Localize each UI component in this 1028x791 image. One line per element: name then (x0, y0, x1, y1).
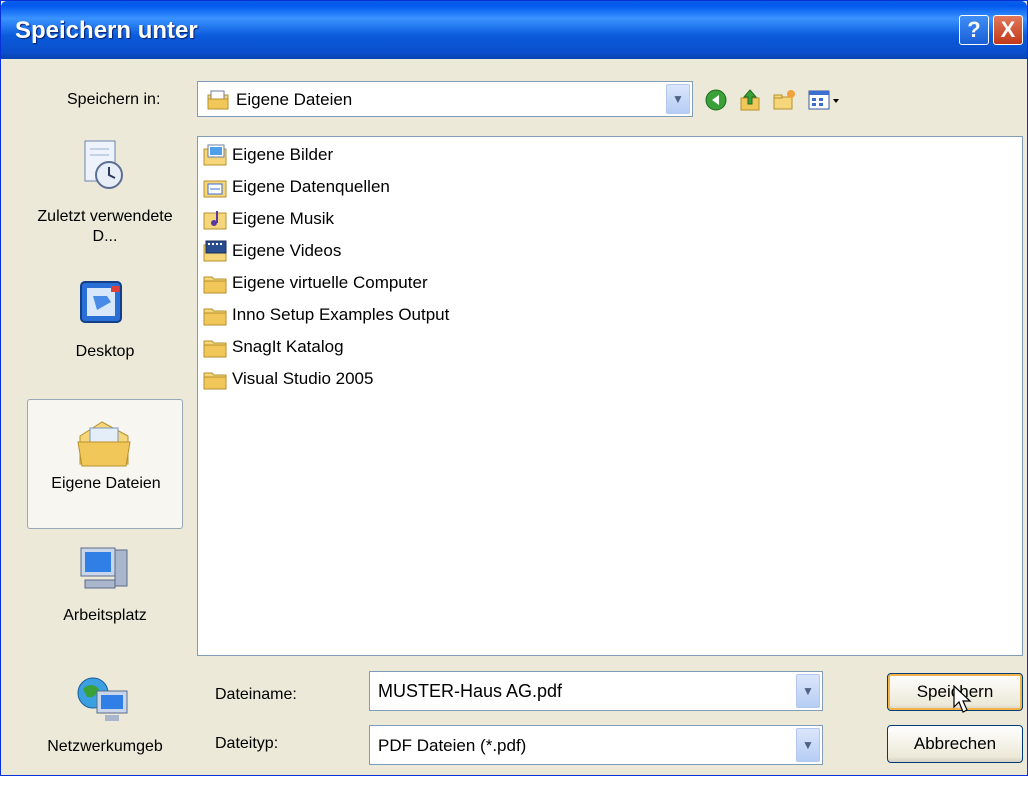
filename-label: Dateiname: (215, 686, 297, 703)
up-folder-icon[interactable] (737, 87, 763, 113)
back-icon[interactable] (703, 87, 729, 113)
new-folder-icon[interactable] (771, 87, 797, 113)
file-name: Eigene Musik (232, 209, 335, 228)
place-desktop[interactable]: Desktop (27, 266, 183, 396)
view-menu-icon[interactable] (805, 87, 845, 113)
list-item[interactable]: Inno Setup Examples Output (202, 301, 449, 329)
place-label: Arbeitsplatz (63, 607, 147, 624)
title-bar[interactable]: Speichern unter ? X (1, 1, 1027, 59)
my-documents-icon (77, 421, 131, 467)
folder-icon (203, 372, 227, 390)
filetype-value: PDF Dateien (*.pdf) (378, 736, 527, 755)
place-label: Desktop (75, 343, 135, 360)
save-in-label: Speichern in: (67, 91, 161, 108)
list-item[interactable]: Visual Studio 2005 (202, 365, 373, 393)
chevron-down-icon[interactable]: ▼ (796, 728, 820, 762)
places-bar: Zuletzt verwendete D... Desktop Eigene D… (27, 131, 183, 767)
chevron-down-icon[interactable]: ▼ (666, 84, 690, 114)
video-folder-icon (203, 240, 227, 262)
file-name: SnagIt Katalog (232, 337, 344, 356)
list-item[interactable]: Eigene Bilder (202, 141, 333, 169)
mouse-cursor-icon (953, 685, 972, 713)
network-icon (77, 677, 128, 721)
desktop-icon (80, 281, 122, 323)
chevron-down-icon[interactable]: ▼ (796, 674, 820, 708)
place-my-documents[interactable]: Eigene Dateien (27, 399, 183, 529)
save-in-value: Eigene Dateien (236, 90, 353, 109)
file-name: Visual Studio 2005 (232, 369, 374, 388)
place-label: Netzwerkumgeb (47, 738, 163, 755)
list-item[interactable]: SnagIt Katalog (202, 333, 344, 361)
list-item[interactable]: Eigene Videos (202, 237, 341, 265)
list-item[interactable]: Eigene virtuelle Computer (202, 269, 428, 297)
filename-field[interactable]: MUSTER-Haus AG.pdf ▼ (369, 671, 823, 711)
file-name: Eigene Bilder (232, 145, 334, 164)
pictures-folder-icon (203, 144, 227, 166)
close-button[interactable]: X (993, 15, 1023, 45)
recent-docs-icon (84, 140, 123, 189)
folder-icon (203, 276, 227, 294)
place-label: Eigene Dateien (51, 475, 161, 492)
file-name: Eigene Datenquellen (232, 177, 390, 196)
list-item[interactable]: Eigene Musik (202, 205, 334, 233)
file-name: Inno Setup Examples Output (232, 305, 450, 324)
place-label: Zuletzt verwendete D... (37, 208, 173, 245)
folder-icon (203, 308, 227, 326)
my-documents-small-icon (207, 90, 229, 110)
cancel-button[interactable]: Abbrechen (887, 725, 1023, 763)
file-name: Eigene Videos (232, 241, 342, 260)
my-computer-icon (80, 547, 128, 589)
place-my-computer[interactable]: Arbeitsplatz (27, 536, 183, 666)
filetype-label: Dateityp: (215, 735, 279, 752)
music-folder-icon (203, 211, 227, 230)
place-recent[interactable]: Zuletzt verwendete D... (27, 131, 183, 261)
filename-value: MUSTER-Haus AG.pdf (378, 681, 563, 701)
window-title: Speichern unter (15, 17, 198, 44)
help-button[interactable]: ? (959, 15, 989, 45)
file-list[interactable]: Eigene Bilder Eigene Datenquellen Eigene… (197, 136, 1023, 656)
save-as-dialog: Speichern unter ? X Speichern in: Eigene… (0, 0, 1028, 776)
list-item[interactable]: Eigene Datenquellen (202, 173, 390, 201)
save-in-combo[interactable]: Eigene Dateien ▼ (197, 81, 693, 117)
file-name: Eigene virtuelle Computer (232, 273, 428, 292)
datasource-folder-icon (203, 180, 227, 198)
folder-icon (203, 340, 227, 358)
filetype-select[interactable]: PDF Dateien (*.pdf) ▼ (369, 725, 823, 765)
place-network[interactable]: Netzwerkumgeb (27, 661, 183, 791)
